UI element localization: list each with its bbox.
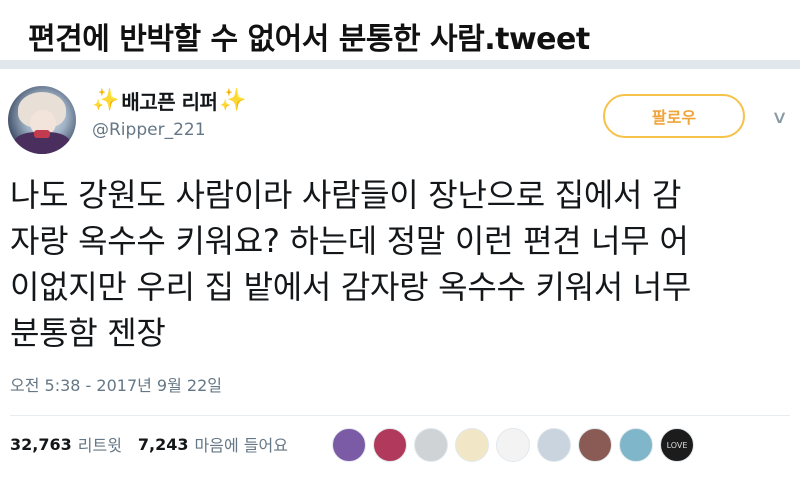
post-title: 편견에 반박할 수 없어서 분통한 사람.tweet — [28, 22, 590, 57]
user-handle[interactable]: @Ripper_221 — [92, 120, 206, 140]
liker-avatar[interactable]: LOVE — [660, 428, 694, 462]
stats-divider — [10, 415, 790, 416]
section-divider — [0, 60, 800, 69]
liker-avatars: LOVE — [332, 428, 694, 462]
liker-avatar[interactable] — [496, 428, 530, 462]
avatar-bow — [34, 130, 50, 138]
like-count[interactable]: 7,243 — [138, 435, 189, 454]
sparkle-icon: ✨ — [92, 87, 120, 113]
user-avatar[interactable] — [8, 86, 76, 154]
liker-avatar[interactable] — [537, 428, 571, 462]
tweet-text-line: 분통함 젠장 — [10, 314, 166, 352]
display-name-row[interactable]: ✨ 배고픈 리퍼 ✨ — [92, 86, 247, 115]
display-name[interactable]: 배고픈 리퍼 — [121, 86, 217, 115]
retweet-count[interactable]: 32,763 — [10, 435, 72, 454]
tweet-text: 나도 강원도 사람이라 사람들이 장난으로 집에서 감 자랑 옥수수 키워요? … — [10, 172, 790, 356]
retweet-label[interactable]: 리트윗 — [78, 432, 122, 456]
liker-avatar[interactable] — [619, 428, 653, 462]
chevron-down-icon[interactable]: ∨ — [771, 107, 788, 128]
tweet-text-line: 자랑 옥수수 키워요? 하는데 정말 이런 편견 너무 어 — [10, 222, 689, 260]
liker-avatar[interactable] — [578, 428, 612, 462]
tweet-timestamp[interactable]: 오전 5:38 - 2017년 9월 22일 — [10, 372, 222, 396]
engagement-stats: 32,763 리트윗 7,243 마음에 들어요 — [10, 432, 304, 456]
liker-avatar[interactable] — [373, 428, 407, 462]
liker-avatar[interactable] — [414, 428, 448, 462]
tweet-text-line: 나도 강원도 사람이라 사람들이 장난으로 집에서 감 — [10, 176, 682, 214]
like-label[interactable]: 마음에 들어요 — [195, 432, 288, 456]
tweet-text-line: 이없지만 우리 집 밭에서 감자랑 옥수수 키워서 너무 — [10, 268, 692, 306]
liker-avatar-text: LOVE — [666, 440, 688, 450]
sparkle-icon: ✨ — [219, 87, 247, 113]
liker-avatar[interactable] — [455, 428, 489, 462]
liker-avatar[interactable] — [332, 428, 366, 462]
follow-button[interactable]: 팔로우 — [603, 94, 745, 138]
